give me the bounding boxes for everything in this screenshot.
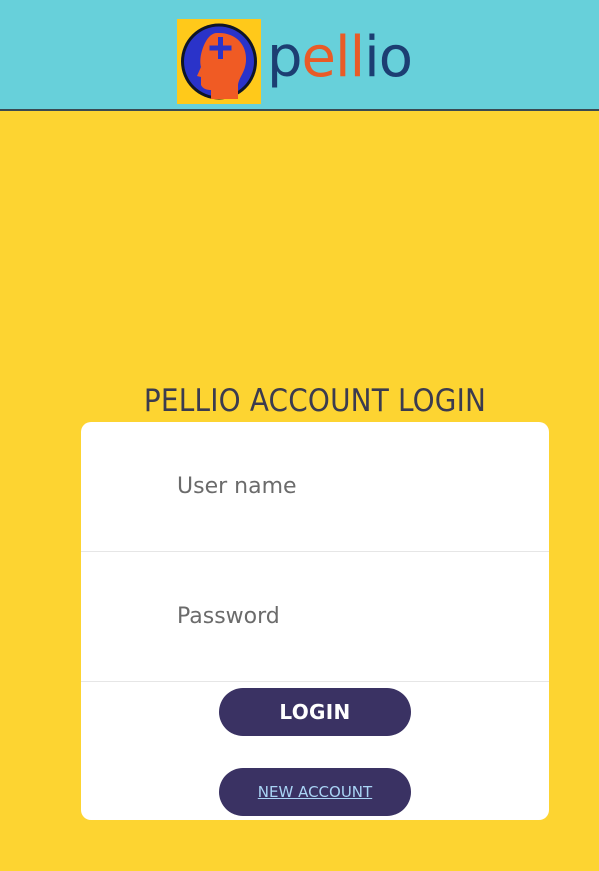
login-button[interactable]: LOGIN (219, 688, 411, 736)
logo-letter: l (349, 24, 366, 90)
logo-letter: l (335, 24, 351, 90)
header-bar: p e l l i o (0, 0, 599, 111)
username-input[interactable] (81, 422, 549, 552)
head-cross-logo-icon (177, 19, 261, 104)
logo-letter: i (364, 24, 380, 90)
logo-letter: p (267, 24, 303, 90)
pellio-logo[interactable]: p e l l i o (177, 19, 413, 104)
logo-wordmark: p e l l i o (267, 24, 413, 90)
login-card: LOGIN NEW ACCOUNT (81, 422, 549, 820)
page-title: PELLIO ACCOUNT LOGIN (143, 383, 487, 419)
logo-letter: o (378, 24, 413, 90)
logo-letter: e (301, 24, 336, 90)
password-input[interactable] (81, 552, 549, 682)
new-account-link[interactable]: NEW ACCOUNT (219, 768, 411, 816)
